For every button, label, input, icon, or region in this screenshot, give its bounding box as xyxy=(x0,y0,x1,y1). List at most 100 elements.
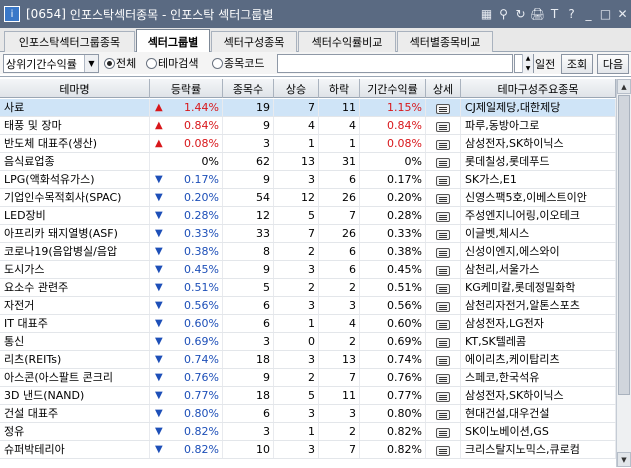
detail-icon[interactable] xyxy=(436,284,450,294)
table-row[interactable]: 아프리카 돼지열병(ASF) 0.33% ▼ 33 7 26 0.33% 이글벳,체시스 xyxy=(0,225,616,243)
table-row[interactable]: 아스콘(아스팔트 콘크리 0.76% ▼ 9 2 7 0.76% 스페코,한국석유 xyxy=(0,369,616,387)
scroll-down-icon[interactable]: ▼ xyxy=(617,452,631,467)
cell-period-return: 0.33% xyxy=(360,225,426,242)
cell-stock-count: 62 xyxy=(223,153,274,170)
cell-main-stocks: 주성엔지니어링,이오테크 xyxy=(461,207,616,224)
table-row[interactable]: LED장비 0.28% ▼ 12 5 7 0.28% 주성엔지니어링,이오테크 xyxy=(0,207,616,225)
cell-detail xyxy=(426,405,461,422)
detail-icon[interactable] xyxy=(436,392,450,402)
detail-icon[interactable] xyxy=(436,176,450,186)
cell-stock-count: 3 xyxy=(223,135,274,152)
period-select[interactable]: 상위기간수익률 ▼ xyxy=(3,54,99,73)
print-icon[interactable]: 🖨 xyxy=(529,7,546,21)
cell-theme-name: 건설 대표주 xyxy=(0,405,150,422)
radio-stock-code[interactable]: 종목코드 xyxy=(212,55,264,71)
cell-fall-count: 3 xyxy=(319,297,360,314)
column-header-stock-count[interactable]: 종목수 xyxy=(223,79,274,98)
table-row[interactable]: 반도체 대표주(생산) 0.08% ▲ 3 1 1 0.08% 삼성전자,SK하이닉스 xyxy=(0,135,616,153)
text-size-icon[interactable]: T xyxy=(546,7,563,21)
detail-icon[interactable] xyxy=(436,140,450,150)
minimize-icon[interactable]: _ xyxy=(580,7,597,21)
table-row[interactable]: 슈퍼박테리아 0.82% ▼ 10 3 7 0.82% 크리스탈지노믹스,큐로컴 xyxy=(0,441,616,459)
detail-icon[interactable] xyxy=(436,410,450,420)
table-row[interactable]: 요소수 관련주 0.51% ▼ 5 2 2 0.51% KG케미칼,롯데정밀화학 xyxy=(0,279,616,297)
detail-icon[interactable] xyxy=(436,230,450,240)
detail-icon[interactable] xyxy=(436,374,450,384)
query-button[interactable]: 조회 xyxy=(561,54,593,74)
maximize-icon[interactable]: □ xyxy=(597,7,614,21)
detail-icon[interactable] xyxy=(436,428,450,438)
table-row[interactable]: 건설 대표주 0.80% ▼ 6 3 3 0.80% 현대건설,대우건설 xyxy=(0,405,616,423)
column-header-fall-count[interactable]: 하락 xyxy=(319,79,360,98)
cell-fall-count: 13 xyxy=(319,351,360,368)
spin-down-icon[interactable]: ▼ xyxy=(523,64,533,74)
grid-icon[interactable]: ▦ xyxy=(478,7,495,21)
radio-all[interactable]: 전체 xyxy=(104,55,136,71)
cell-main-stocks: 삼성전자,SK하이닉스 xyxy=(461,387,616,404)
table-row[interactable]: 태풍 및 장마 0.84% ▲ 9 4 4 0.84% 파루,동방아그로 xyxy=(0,117,616,135)
detail-icon[interactable] xyxy=(436,356,450,366)
spin-up-icon[interactable]: ▲ xyxy=(523,54,533,64)
window-title: 인포스탁섹터종목 - 인포스탁 섹터그룹별 xyxy=(69,7,274,22)
column-header-change-rate[interactable]: 등락률 xyxy=(150,79,223,98)
close-icon[interactable]: ✕ xyxy=(614,7,631,21)
table-row[interactable]: 3D 낸드(NAND) 0.77% ▼ 18 5 11 0.77% 삼성전자,SK하이닉스 xyxy=(0,387,616,405)
table-row[interactable]: 자전거 0.56% ▼ 6 3 3 0.56% 삼천리자전거,알톤스포츠 xyxy=(0,297,616,315)
cell-detail xyxy=(426,279,461,296)
table-row[interactable]: 리츠(REITs) 0.74% ▼ 18 3 13 0.74% 에이리츠,케이탑리츠 xyxy=(0,351,616,369)
table-row[interactable]: 도시가스 0.45% ▼ 9 3 6 0.45% 삼천리,서울가스 xyxy=(0,261,616,279)
detail-icon[interactable] xyxy=(436,212,450,222)
table-row[interactable]: 음식료업종 0% 62 13 31 0% 롯데칠성,롯데푸드 xyxy=(0,153,616,171)
detail-icon[interactable] xyxy=(436,266,450,276)
column-header-rise-count[interactable]: 상승 xyxy=(274,79,319,98)
table-row[interactable]: IT 대표주 0.60% ▼ 6 1 4 0.60% 삼성전자,LG전자 xyxy=(0,315,616,333)
days-spinner[interactable]: ▲ ▼ xyxy=(522,54,533,73)
cell-main-stocks: 삼성전자,LG전자 xyxy=(461,315,616,332)
detail-icon[interactable] xyxy=(436,248,450,258)
tab-0[interactable]: 인포스탁섹터그룹종목 xyxy=(4,31,135,52)
tab-3[interactable]: 섹터수익률비교 xyxy=(298,31,396,52)
cell-theme-name: 3D 낸드(NAND) xyxy=(0,387,150,404)
title-bar: i [0654] 인포스탁섹터종목 - 인포스탁 섹터그룹별 ▦ ⚲ ↻ 🖨 T? _ □ ✕ xyxy=(0,0,631,28)
detail-icon[interactable] xyxy=(436,104,450,114)
tab-2[interactable]: 섹터구성종목 xyxy=(211,31,297,52)
vertical-scrollbar[interactable]: ▲ ▼ xyxy=(616,79,631,467)
table-row[interactable]: 사료 1.44% ▲ 19 7 11 1.15% CJ제일제당,대한제당 xyxy=(0,99,616,117)
radio-theme-search[interactable]: 테마검색 xyxy=(146,55,198,71)
detail-icon[interactable] xyxy=(436,446,450,456)
scroll-up-icon[interactable]: ▲ xyxy=(617,79,631,94)
column-header-theme-name[interactable]: 테마명 xyxy=(0,79,150,98)
detail-icon[interactable] xyxy=(436,338,450,348)
detail-icon[interactable] xyxy=(436,320,450,330)
column-header-detail[interactable]: 상세 xyxy=(426,79,461,98)
table-row[interactable]: 통신 0.69% ▼ 3 0 2 0.69% KT,SK텔레콤 xyxy=(0,333,616,351)
detail-icon[interactable] xyxy=(436,302,450,312)
refresh-icon[interactable]: ↻ xyxy=(512,7,529,21)
table-row[interactable]: 정유 0.82% ▼ 3 1 2 0.82% SK이노베이션,GS xyxy=(0,423,616,441)
arrow-down-icon: ▼ xyxy=(155,246,163,257)
chevron-down-icon[interactable]: ▼ xyxy=(84,55,98,72)
arrow-down-icon: ▼ xyxy=(155,282,163,293)
cell-theme-name: 리츠(REITs) xyxy=(0,351,150,368)
pin-icon[interactable]: ⚲ xyxy=(495,7,512,21)
detail-icon[interactable] xyxy=(436,122,450,132)
cell-main-stocks: 현대건설,대우건설 xyxy=(461,405,616,422)
cell-rise-count: 12 xyxy=(274,189,319,206)
column-header-period-return[interactable]: 기간수익률 xyxy=(360,79,426,98)
help-icon[interactable]: ? xyxy=(563,7,580,21)
cell-main-stocks: 삼천리,서울가스 xyxy=(461,261,616,278)
tab-1[interactable]: 섹터그룹별 xyxy=(136,29,210,53)
table-row[interactable]: LPG(액화석유가스) 0.17% ▼ 9 3 6 0.17% SK가스,E1 xyxy=(0,171,616,189)
cell-main-stocks: 삼성전자,SK하이닉스 xyxy=(461,135,616,152)
column-header-main-stocks[interactable]: 테마구성주요종목 xyxy=(461,79,616,98)
detail-icon[interactable] xyxy=(436,158,450,168)
table-row[interactable]: 기업인수목적회사(SPAC) 0.20% ▼ 54 12 26 0.20% 신영스팩5호,이베… xyxy=(0,189,616,207)
radio-stock-code-label: 종목코드 xyxy=(224,57,265,70)
next-button[interactable]: 다음 xyxy=(597,54,629,74)
scroll-thumb[interactable] xyxy=(618,95,630,395)
detail-icon[interactable] xyxy=(436,194,450,204)
tab-4[interactable]: 섹터별종목비교 xyxy=(397,31,493,52)
table-row[interactable]: 코로나19(음압병실/음압 0.38% ▼ 8 2 6 0.38% 신성이엔지,에스와이 xyxy=(0,243,616,261)
search-input[interactable] xyxy=(277,54,513,73)
cell-detail xyxy=(426,333,461,350)
